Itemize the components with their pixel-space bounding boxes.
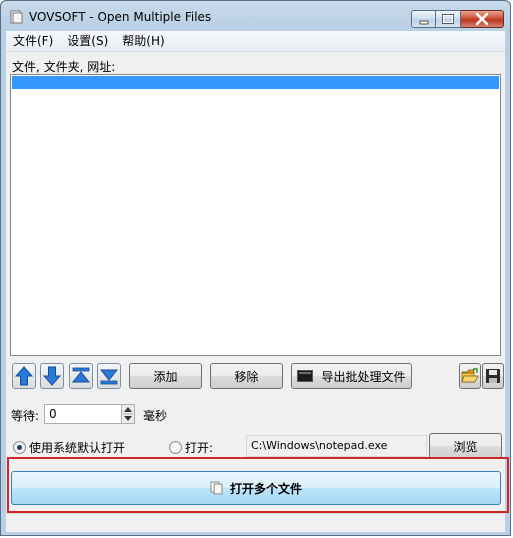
export-batch-button[interactable]: 导出批处理文件	[291, 363, 412, 389]
minimize-icon	[419, 20, 429, 25]
open-with-path-field[interactable]: C:\Windows\notepad.exe	[246, 435, 427, 457]
app-window: VOVSOFT - Open Multiple Files 文件(F) 设置(S…	[0, 0, 511, 536]
move-top-icon	[71, 367, 91, 383]
open-multiple-files-button[interactable]: 打开多个文件	[11, 471, 501, 505]
app-icon	[10, 10, 23, 24]
move-down-button[interactable]	[40, 363, 64, 389]
list-item-selected[interactable]	[12, 76, 499, 89]
add-button[interactable]: 添加	[129, 363, 202, 389]
export-batch-label: 导出批处理文件	[321, 369, 406, 384]
arrow-up-icon	[14, 366, 34, 386]
menu-settings[interactable]: 设置(S)	[60, 31, 115, 51]
window-title: VOVSOFT - Open Multiple Files	[29, 10, 212, 24]
list-toolbar: 添加 移除 导出批处理文件	[6, 363, 505, 393]
open-list-button[interactable]	[459, 363, 481, 389]
arrow-down-icon	[42, 366, 62, 386]
wait-row: 等待: 0 毫秒	[6, 403, 505, 427]
status-bar	[6, 513, 505, 532]
close-icon	[475, 12, 489, 26]
file-list[interactable]	[10, 74, 501, 356]
caption-buttons	[411, 10, 504, 28]
menu-help[interactable]: 帮助(H)	[115, 31, 171, 51]
floppy-save-icon	[486, 369, 500, 383]
open-multiple-files-label: 打开多个文件	[229, 481, 302, 496]
default-open-radio[interactable]	[13, 441, 26, 454]
client-area: 文件(F) 设置(S) 帮助(H) 文件, 文件夹, 网址: 添加 移除 导出批…	[6, 31, 509, 532]
spinner-arrows-icon	[123, 407, 133, 421]
move-top-button[interactable]	[69, 363, 93, 389]
files-icon	[210, 481, 223, 495]
browse-button[interactable]: 浏览	[429, 433, 502, 459]
custom-open-radio[interactable]	[169, 441, 182, 454]
move-bottom-button[interactable]	[97, 363, 121, 389]
files-label: 文件, 文件夹, 网址:	[12, 60, 116, 74]
wait-input[interactable]: 0	[44, 404, 122, 424]
wait-spinner[interactable]	[121, 404, 135, 424]
title-bar[interactable]: VOVSOFT - Open Multiple Files	[1, 1, 510, 31]
folder-open-icon	[461, 368, 479, 383]
terminal-icon	[297, 370, 314, 382]
remove-button[interactable]: 移除	[210, 363, 283, 389]
custom-open-label: 打开:	[185, 441, 214, 455]
maximize-icon	[442, 14, 454, 24]
save-list-button[interactable]	[482, 363, 504, 389]
wait-unit-label: 毫秒	[143, 409, 168, 423]
minimize-button[interactable]	[411, 10, 436, 28]
default-open-label: 使用系统默认打开	[29, 441, 126, 455]
menu-bar: 文件(F) 设置(S) 帮助(H)	[6, 31, 505, 52]
move-up-button[interactable]	[12, 363, 36, 389]
menu-file[interactable]: 文件(F)	[6, 31, 60, 51]
maximize-button[interactable]	[436, 10, 461, 28]
wait-label: 等待:	[11, 409, 40, 423]
move-bottom-icon	[99, 369, 119, 385]
close-button[interactable]	[461, 10, 504, 28]
